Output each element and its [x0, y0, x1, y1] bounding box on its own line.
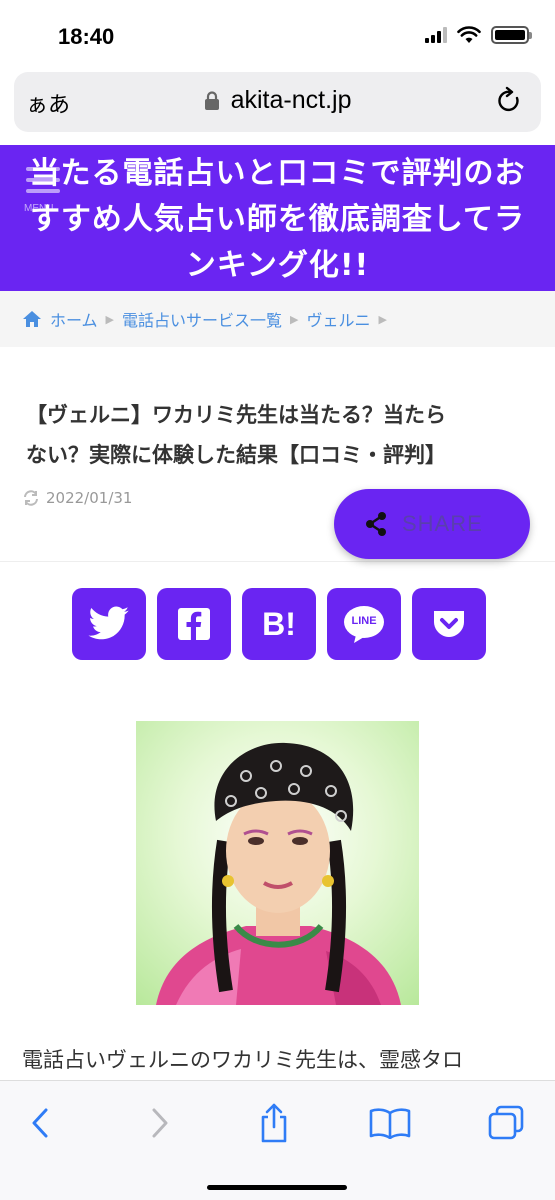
date-text: 2022/01/31 [46, 489, 133, 507]
site-header: MENU 当たる電話占いと口コミで評判のお すすめ人気占い師を徹底調査してラ ン… [0, 145, 555, 291]
share-button[interactable]: SHARE [334, 489, 530, 559]
pocket-icon [434, 611, 464, 637]
bookmarks-button[interactable] [368, 1101, 412, 1145]
article-body-text: 電話占いヴェルニのワカリミ先生は、霊感タロ [22, 1048, 463, 1072]
line-label: LINE [351, 615, 377, 627]
cellular-signal-icon [425, 27, 447, 43]
address-bar[interactable]: ぁあ akita-nct.jp [14, 72, 541, 132]
line-icon: LINE [342, 604, 386, 644]
book-icon [369, 1108, 411, 1139]
breadcrumb-separator-icon: ▶ [105, 312, 114, 326]
chevron-right-icon [152, 1108, 168, 1138]
line-share-button[interactable]: LINE [327, 588, 401, 660]
status-icons [425, 26, 532, 44]
tabs-icon [488, 1105, 524, 1140]
site-title-line: すすめ人気占い師を徹底調査してラ [29, 202, 526, 237]
article-title: 【ヴェルニ】ワカリミ先生は当たる？当たら ない？実際に体験した結果【口コミ・評判… [26, 395, 535, 475]
article-title-line: 【ヴェルニ】ワカリミ先生は当たる？当たら [26, 403, 446, 427]
facebook-share-button[interactable] [157, 588, 231, 660]
reload-icon[interactable] [495, 86, 523, 116]
breadcrumb-separator-icon: ▶ [290, 312, 299, 326]
breadcrumb-verni-link[interactable]: ヴェルニ [306, 307, 370, 331]
twitter-share-button[interactable] [72, 588, 146, 660]
wifi-icon [457, 26, 481, 43]
status-bar: 18:40 [0, 0, 555, 70]
pocket-share-button[interactable] [412, 588, 486, 660]
url-text: akita-nct.jp [230, 86, 352, 114]
status-time: 18:40 [58, 24, 115, 49]
refresh-icon [24, 490, 38, 506]
site-title[interactable]: 当たる電話占いと口コミで評判のお すすめ人気占い師を徹底調査してラ ンキング化!… [4, 151, 551, 289]
back-button[interactable] [18, 1101, 62, 1145]
facebook-icon [178, 608, 210, 640]
forward-button[interactable] [138, 1101, 182, 1145]
tabs-button[interactable] [484, 1101, 528, 1145]
social-share-buttons: B! LINE [72, 588, 486, 660]
home-indicator[interactable] [207, 1185, 347, 1190]
updated-date: 2022/01/31 [22, 489, 132, 507]
twitter-icon [88, 606, 129, 640]
breadcrumb-home-link[interactable]: ホーム [50, 307, 98, 331]
breadcrumb: ホーム ▶ 電話占いサービス一覧 ▶ ヴェルニ ▶ [0, 291, 555, 347]
fortune-teller-photo [136, 721, 419, 1005]
share-up-icon [261, 1103, 287, 1143]
share-sheet-button[interactable] [252, 1101, 296, 1145]
lock-icon [204, 90, 219, 110]
share-label: SHARE [402, 511, 483, 536]
share-icon [366, 512, 386, 536]
url-display[interactable]: akita-nct.jp [14, 86, 541, 115]
hatena-bookmark-button[interactable]: B! [242, 588, 316, 660]
breadcrumb-service-list-link[interactable]: 電話占いサービス一覧 [122, 307, 282, 331]
article-title-line: ない？実際に体験した結果【口コミ・評判】 [26, 443, 446, 467]
site-title-line: ンキング化!! [185, 248, 370, 283]
chevron-left-icon [32, 1108, 48, 1138]
battery-icon [491, 26, 532, 44]
site-title-line: 当たる電話占いと口コミで評判のお [29, 156, 526, 191]
browser-toolbar [0, 1080, 555, 1200]
hatena-label: B! [262, 605, 296, 642]
home-icon[interactable] [22, 310, 42, 328]
breadcrumb-separator-icon: ▶ [378, 312, 387, 326]
